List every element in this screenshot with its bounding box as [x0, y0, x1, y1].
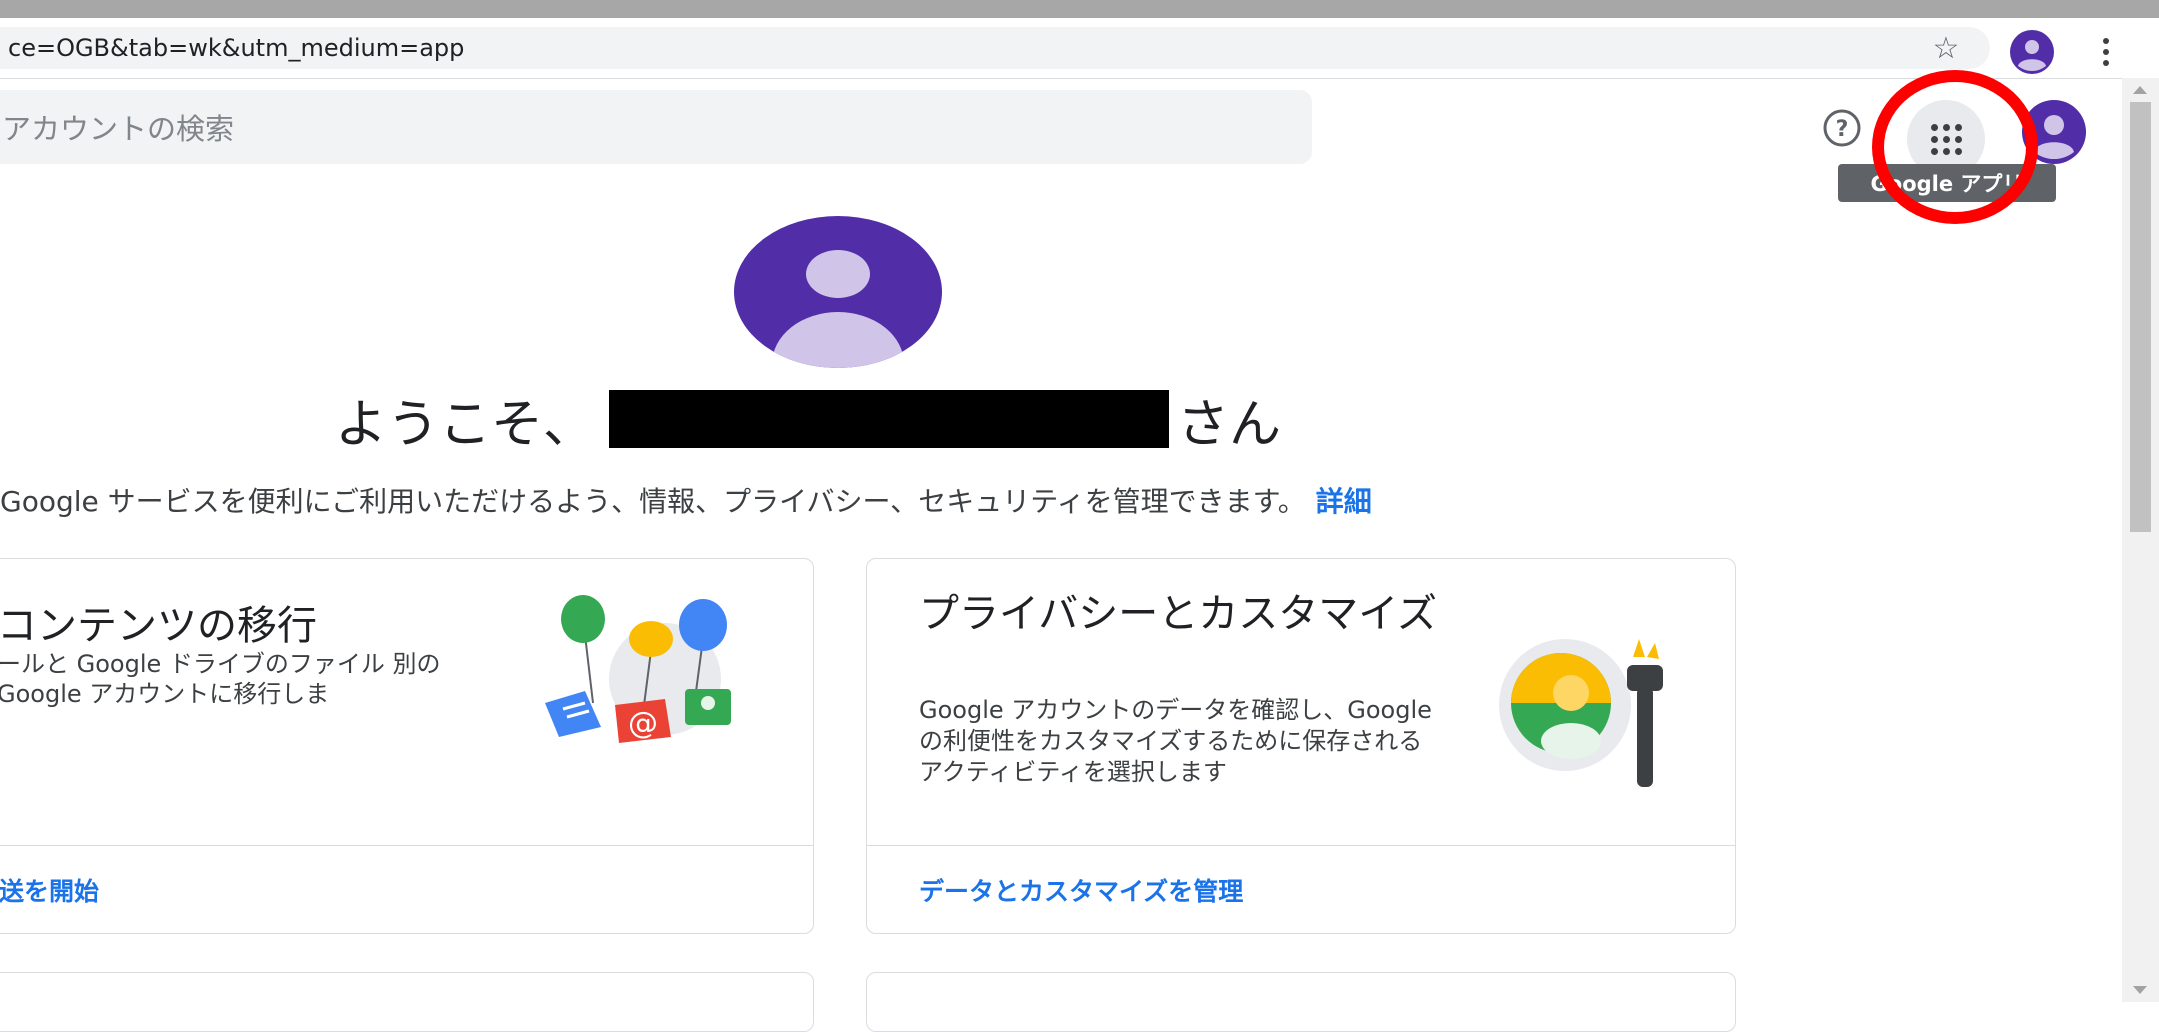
privacy-customization-card: プライバシーとカスタマイズ Google アカウントのデータを確認し、Googl… — [866, 558, 1736, 934]
card-title: プライバシーとカスタマイズ — [919, 591, 1437, 637]
welcome-heading: ようこそ、 さん — [335, 384, 1282, 455]
start-transfer-link[interactable]: 送を開始 — [0, 872, 99, 908]
scroll-down-arrow-icon[interactable] — [2133, 986, 2147, 994]
learn-more-link[interactable]: 詳細 — [1316, 485, 1372, 518]
people-sharing-card — [866, 972, 1736, 1032]
redacted-name — [609, 390, 1170, 448]
address-bar[interactable]: ce=OGB&tab=wk&utm_medium=app — [0, 27, 1990, 69]
url-text[interactable]: ce=OGB&tab=wk&utm_medium=app — [8, 34, 464, 62]
scrollbar[interactable] — [2122, 78, 2159, 1002]
annotation-circle — [1872, 70, 2038, 224]
svg-text:?: ? — [1836, 117, 1849, 142]
account-search-input[interactable]: アカウントの検索 — [0, 90, 1312, 164]
welcome-prefix: ようこそ、 — [335, 394, 596, 455]
security-card — [0, 972, 814, 1032]
card-title: コンテンツの移行 — [0, 603, 317, 649]
scrollbar-thumb[interactable] — [2130, 102, 2151, 532]
search-placeholder: アカウントの検索 — [2, 112, 235, 146]
window-top-strip — [0, 0, 2159, 18]
manage-data-link[interactable]: データとカスタマイズを管理 — [919, 872, 1243, 908]
help-icon[interactable]: ? — [1822, 108, 1862, 148]
browser-toolbar: ce=OGB&tab=wk&utm_medium=app ☆ — [0, 18, 2159, 79]
scroll-up-arrow-icon[interactable] — [2133, 86, 2147, 94]
content-transfer-card: コンテンツの移行 ールと Google ドライブのファイル 別の Google … — [0, 558, 814, 934]
profile-avatar-icon[interactable] — [2010, 30, 2054, 74]
intro-description: Google サービスを便利にご利用いただけるよう、情報、プライバシー、セキュリ… — [0, 485, 1306, 518]
privacy-illustration — [1499, 639, 1663, 787]
card-footer: 送を開始 — [0, 845, 813, 933]
svg-text:@: @ — [628, 706, 658, 741]
star-icon[interactable]: ☆ — [1928, 30, 1964, 66]
card-description: ールと Google ドライブのファイル 別の Google アカウントに移行し… — [0, 650, 441, 708]
welcome-suffix: さん — [1177, 394, 1282, 455]
profile-picture[interactable] — [734, 216, 942, 368]
kebab-menu-icon[interactable] — [2090, 32, 2122, 72]
intro-text: Google サービスを便利にご利用いただけるよう、情報、プライバシー、セキュリ… — [0, 480, 1372, 520]
card-footer: データとカスタマイズを管理 — [867, 845, 1735, 933]
card-description: Google アカウントのデータを確認し、Google の利便性をカスタマイズす… — [919, 696, 1432, 786]
content-transfer-illustration: @ — [545, 595, 731, 743]
